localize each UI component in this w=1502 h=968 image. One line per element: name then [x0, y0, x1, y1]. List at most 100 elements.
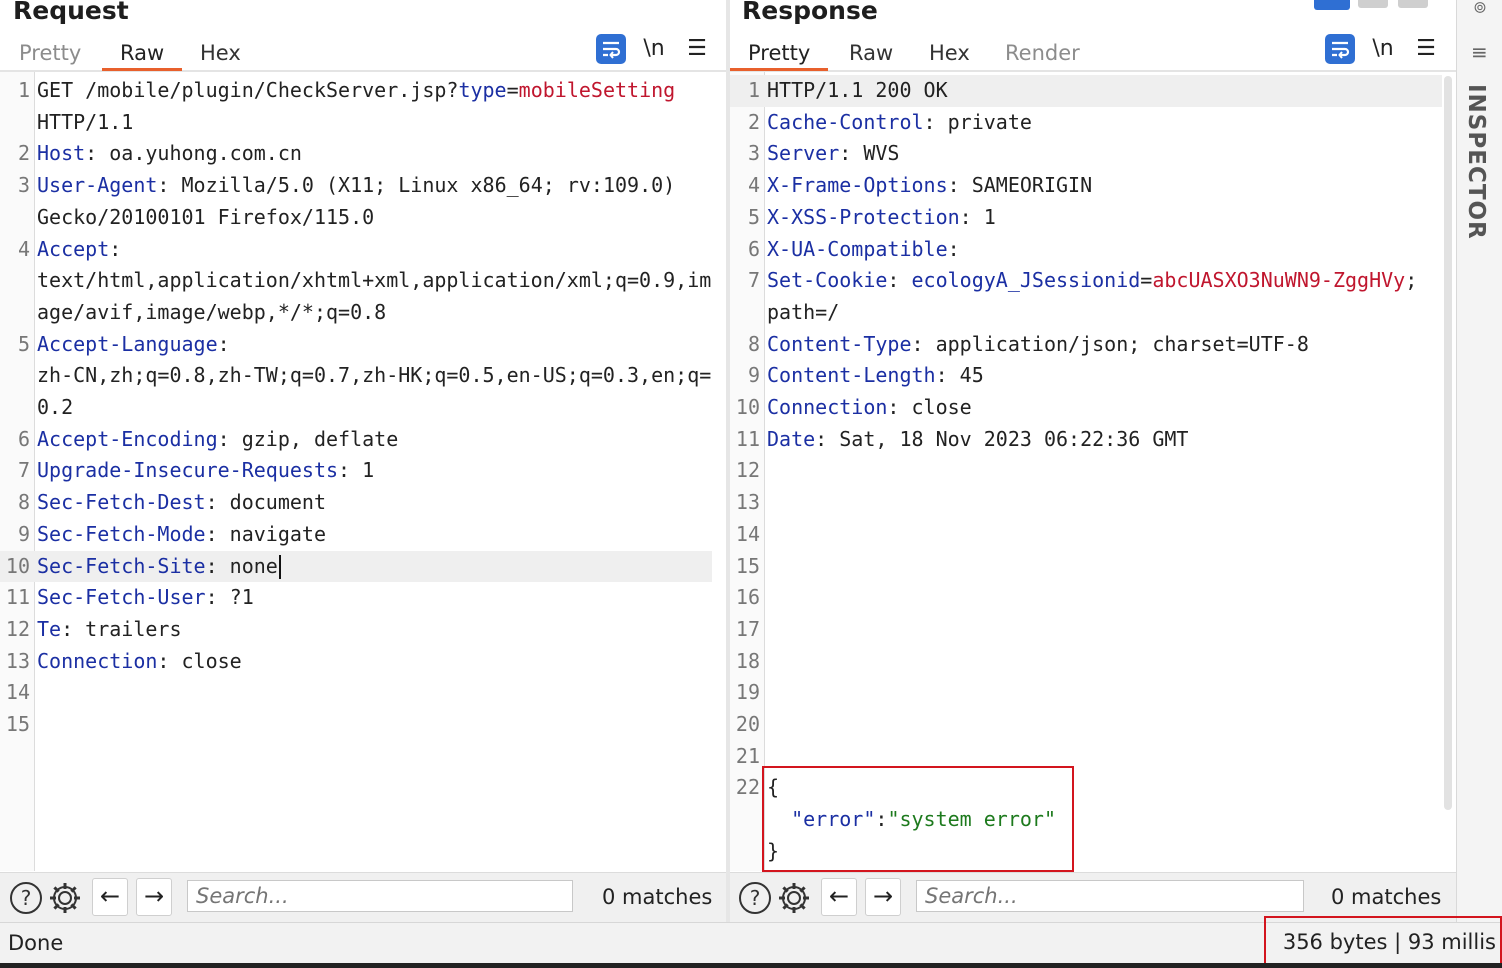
line-number: 13	[735, 490, 760, 515]
request-wrap-lines-button[interactable]	[596, 34, 626, 64]
code-line[interactable]: path=/	[730, 297, 1442, 329]
code-line[interactable]: 5 X-XSS-Protection: 1	[730, 202, 1442, 234]
code-line[interactable]: 8 Content-Type: application/json; charset…	[730, 329, 1442, 361]
request-search-input[interactable]	[187, 880, 573, 912]
token-text: =	[506, 78, 519, 102]
code-line[interactable]: 18	[730, 646, 1442, 678]
code-line[interactable]: zh-CN,zh;q=0.8,zh-TW;q=0.7,zh-HK;q=0.5,e…	[0, 360, 712, 392]
token-text: =	[1140, 268, 1153, 293]
code-line[interactable]: 2 Cache-Control: private	[730, 107, 1442, 139]
tab-request-hex[interactable]: Hex	[182, 40, 259, 68]
inspector-label[interactable]: INSPECTOR	[1463, 84, 1489, 240]
inspector-drag-handle-icon[interactable]: ≡	[1471, 42, 1488, 62]
inspector-settings-button[interactable]	[1467, 0, 1493, 14]
gear-icon	[779, 883, 809, 913]
code-line[interactable]: 10 Connection: close	[730, 392, 1442, 424]
inspector-sidebar[interactable]: ≡ INSPECTOR	[1456, 0, 1502, 922]
code-line[interactable]: 14	[730, 519, 1442, 551]
code-line[interactable]: 14	[0, 677, 712, 709]
request-help-button[interactable]: ?	[8, 880, 44, 916]
request-search-settings-button[interactable]	[47, 880, 83, 916]
response-scrollbar[interactable]	[1444, 76, 1452, 810]
code-line[interactable]: 19	[730, 677, 1442, 709]
line-number: 13	[5, 648, 30, 673]
line-number: 10	[5, 553, 30, 578]
code-line[interactable]: 9 Content-Length: 45	[730, 360, 1442, 392]
code-line[interactable]: 6 Accept-Encoding: gzip, deflate	[0, 424, 712, 456]
tab-response-pretty[interactable]: Pretty	[730, 40, 829, 71]
code-line[interactable]: Gecko/20100101 Firefox/115.0	[0, 202, 712, 234]
line-number: 8	[17, 490, 30, 515]
token-text: HTTP/1.1 200 OK	[767, 78, 948, 102]
code-line[interactable]: 5 Accept-Language:	[0, 329, 712, 361]
layout-top-bottom-button[interactable]	[1358, 0, 1388, 8]
response-wrap-lines-button[interactable]	[1325, 34, 1355, 64]
layout-side-by-side-button[interactable]	[1314, 0, 1350, 10]
code-line[interactable]: 2 Host: oa.yuhong.com.cn	[0, 138, 712, 170]
request-newline-toggle[interactable]: \n	[638, 35, 670, 65]
tab-response-hex[interactable]: Hex	[911, 40, 988, 68]
response-search-next-button[interactable]: →	[865, 878, 901, 916]
line-content: HTTP/1.1 200 OK	[767, 75, 948, 107]
code-line[interactable]: 15	[0, 709, 712, 741]
tab-request-raw[interactable]: Raw	[102, 40, 183, 71]
tab-response-render[interactable]: Render	[987, 40, 1098, 68]
line-number: 20	[735, 712, 760, 736]
code-line[interactable]: 1 HTTP/1.1 200 OK	[730, 75, 1442, 107]
response-search-input[interactable]	[916, 880, 1304, 912]
request-editor[interactable]: 1 GET /mobile/plugin/CheckServer.jsp?type…	[0, 72, 726, 871]
code-line[interactable]: 17	[730, 614, 1442, 646]
layout-tabs-button[interactable]	[1398, 0, 1428, 8]
code-line[interactable]: 9 Sec-Fetch-Mode: navigate	[0, 519, 712, 551]
line-number: 5	[17, 331, 30, 356]
code-line[interactable]: 0.2	[0, 392, 712, 424]
line-number: 19	[735, 680, 760, 705]
code-line[interactable]: 3 Server: WVS	[730, 138, 1442, 170]
response-search-settings-button[interactable]	[776, 880, 812, 916]
response-editor[interactable]: 1 HTTP/1.1 200 OK 2 Cache-Control: private 3…	[730, 72, 1456, 871]
arrow-left-icon: ←	[828, 882, 850, 910]
code-line[interactable]: 11 Sec-Fetch-User: ?1	[0, 582, 712, 614]
token-key: X-UA-Compatible	[767, 236, 948, 261]
code-line[interactable]: 13 Connection: close	[0, 646, 712, 678]
wrap-lines-icon	[1332, 41, 1350, 59]
line-content: GET /mobile/plugin/CheckServer.jsp?type=…	[37, 75, 675, 107]
line-number: 6	[747, 236, 760, 261]
code-line[interactable]: 7 Upgrade-Insecure-Requests: 1	[0, 455, 712, 487]
code-line[interactable]: 10 Sec-Fetch-Site: none	[0, 550, 712, 583]
line-number: 22	[735, 775, 760, 800]
code-line[interactable]: 4 X-Frame-Options: SAMEORIGIN	[730, 170, 1442, 202]
code-line[interactable]: 1 GET /mobile/plugin/CheckServer.jsp?type…	[0, 75, 712, 107]
code-line[interactable]: 20	[730, 709, 1442, 741]
response-help-button[interactable]: ?	[737, 880, 773, 916]
response-newline-toggle[interactable]: \n	[1367, 35, 1399, 65]
help-icon: ?	[10, 882, 42, 914]
code-line[interactable]: 3 User-Agent: Mozilla/5.0 (X11; Linux x86…	[0, 170, 712, 202]
code-line[interactable]: 12 Te: trailers	[0, 614, 712, 646]
code-line[interactable]: 15	[730, 551, 1442, 583]
tab-response-raw[interactable]: Raw	[831, 40, 911, 68]
line-number: 10	[735, 395, 760, 419]
request-menu-button[interactable]: ☰	[682, 35, 712, 65]
code-line[interactable]: text/html,application/xhtml+xml,applicat…	[0, 265, 712, 297]
status-highlight-box	[1264, 916, 1502, 968]
token-key: Content-Type	[767, 331, 912, 356]
code-line[interactable]: 13	[730, 487, 1442, 519]
wrap-lines-icon	[603, 41, 621, 59]
code-line[interactable]: 16	[730, 582, 1442, 614]
line-content: age/avif,image/webp,*/*;q=0.8	[37, 297, 386, 329]
code-line[interactable]: 7 Set-Cookie: ecologyA_JSessionid=abcUASX…	[730, 265, 1442, 297]
code-line[interactable]: HTTP/1.1	[0, 107, 712, 139]
code-line[interactable]: 6 X-UA-Compatible:	[730, 234, 1442, 266]
response-menu-button[interactable]: ☰	[1411, 35, 1441, 65]
code-line[interactable]: age/avif,image/webp,*/*;q=0.8	[0, 297, 712, 329]
line-content: Server: WVS	[767, 138, 899, 170]
request-search-prev-button[interactable]: ←	[92, 878, 128, 916]
code-line[interactable]: 11 Date: Sat, 18 Nov 2023 06:22:36 GMT	[730, 424, 1442, 456]
code-line[interactable]: 12	[730, 455, 1442, 487]
tab-request-pretty[interactable]: Pretty	[1, 40, 99, 68]
response-search-prev-button[interactable]: ←	[821, 878, 857, 916]
code-line[interactable]: 8 Sec-Fetch-Dest: document	[0, 487, 712, 519]
request-search-next-button[interactable]: →	[136, 878, 172, 916]
code-line[interactable]: 4 Accept:	[0, 234, 712, 266]
